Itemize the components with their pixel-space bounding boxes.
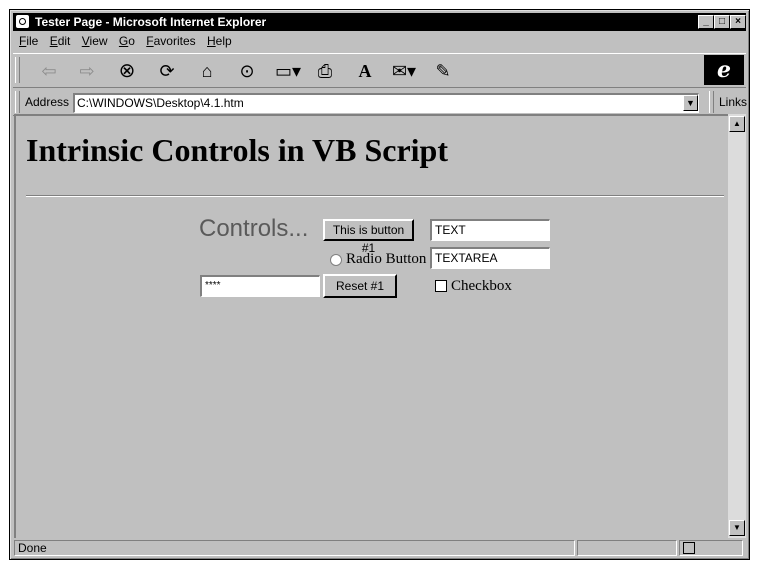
address-label: Address (25, 95, 70, 109)
address-input[interactable]: C:\WINDOWS\Desktop\4.1.htm ▼ (73, 93, 699, 113)
controls-label: Controls... (199, 215, 309, 242)
page-heading: Intrinsic Controls in VB Script (26, 132, 448, 168)
address-value: C:\WINDOWS\Desktop\4.1.htm (77, 96, 244, 110)
button-1[interactable]: This is button #1 (323, 219, 414, 255)
reset-button[interactable]: Reset #1 (323, 274, 397, 298)
checkbox[interactable] (435, 280, 447, 292)
checkbox-label: Checkbox (451, 278, 512, 294)
search-icon[interactable]: ⊙ (235, 60, 259, 82)
zone-icon (683, 542, 695, 554)
radio-button-label: Radio Button (346, 251, 427, 267)
page-content: Intrinsic Controls in VB Script Controls… (14, 114, 728, 538)
maximize-button[interactable]: □ (714, 15, 730, 29)
radio-button[interactable] (330, 254, 342, 266)
print-icon[interactable]: ⎙ (313, 60, 337, 82)
address-bar: Address C:\WINDOWS\Desktop\4.1.htm ▼ Lin… (13, 90, 747, 116)
toolbar-grip[interactable] (15, 57, 20, 83)
horizontal-rule (26, 195, 724, 197)
links-button[interactable]: Links (719, 95, 747, 109)
title-bar[interactable]: Tester Page - Microsoft Internet Explore… (13, 13, 746, 31)
close-button[interactable]: × (730, 15, 746, 29)
address-dropdown-button[interactable]: ▼ (683, 95, 698, 111)
status-panel-progress (577, 540, 677, 556)
menu-help[interactable]: Help (207, 32, 232, 51)
scroll-down-button[interactable]: ▼ (729, 520, 745, 536)
text-input[interactable]: TEXT (430, 219, 550, 241)
font-icon[interactable]: A (353, 60, 377, 82)
menu-favorites[interactable]: Favorites (146, 32, 195, 51)
edit-icon[interactable]: ✎ (431, 60, 455, 82)
back-icon[interactable]: ⇦ (37, 60, 61, 82)
forward-icon[interactable]: ⇨ (75, 60, 99, 82)
ie-logo-icon: e (704, 55, 744, 85)
status-bar: Done (13, 538, 746, 557)
window-title: Tester Page - Microsoft Internet Explore… (35, 15, 267, 29)
menu-bar: File Edit View Go Favorites Help (13, 32, 746, 51)
minimize-button[interactable]: _ (698, 15, 714, 29)
textarea-input[interactable]: TEXTAREA (430, 247, 550, 269)
ie-app-icon (16, 15, 29, 28)
stop-icon[interactable]: ⊗ (115, 60, 139, 82)
menu-go[interactable]: Go (119, 32, 135, 51)
favorites-icon[interactable]: ▭▾ (273, 60, 303, 82)
menu-edit[interactable]: Edit (50, 32, 71, 51)
address-grip[interactable] (15, 91, 20, 113)
menu-file[interactable]: File (19, 32, 38, 51)
browser-window: Tester Page - Microsoft Internet Explore… (9, 9, 750, 560)
password-input[interactable]: **** (200, 275, 320, 297)
toolbar: ⇦ ⇨ ⊗ ⟳ ⌂ ⊙ ▭▾ ⎙ A ✉▾ ✎ e (13, 53, 746, 88)
status-text: Done (14, 540, 575, 556)
home-icon[interactable]: ⌂ (195, 60, 219, 82)
refresh-icon[interactable]: ⟳ (155, 60, 179, 82)
vertical-scrollbar[interactable]: ▲ ▼ (728, 114, 746, 538)
scroll-up-button[interactable]: ▲ (729, 116, 745, 132)
links-grip[interactable] (709, 91, 714, 113)
mail-icon[interactable]: ✉▾ (389, 60, 419, 82)
menu-view[interactable]: View (82, 32, 108, 51)
status-panel-zone (679, 540, 743, 556)
